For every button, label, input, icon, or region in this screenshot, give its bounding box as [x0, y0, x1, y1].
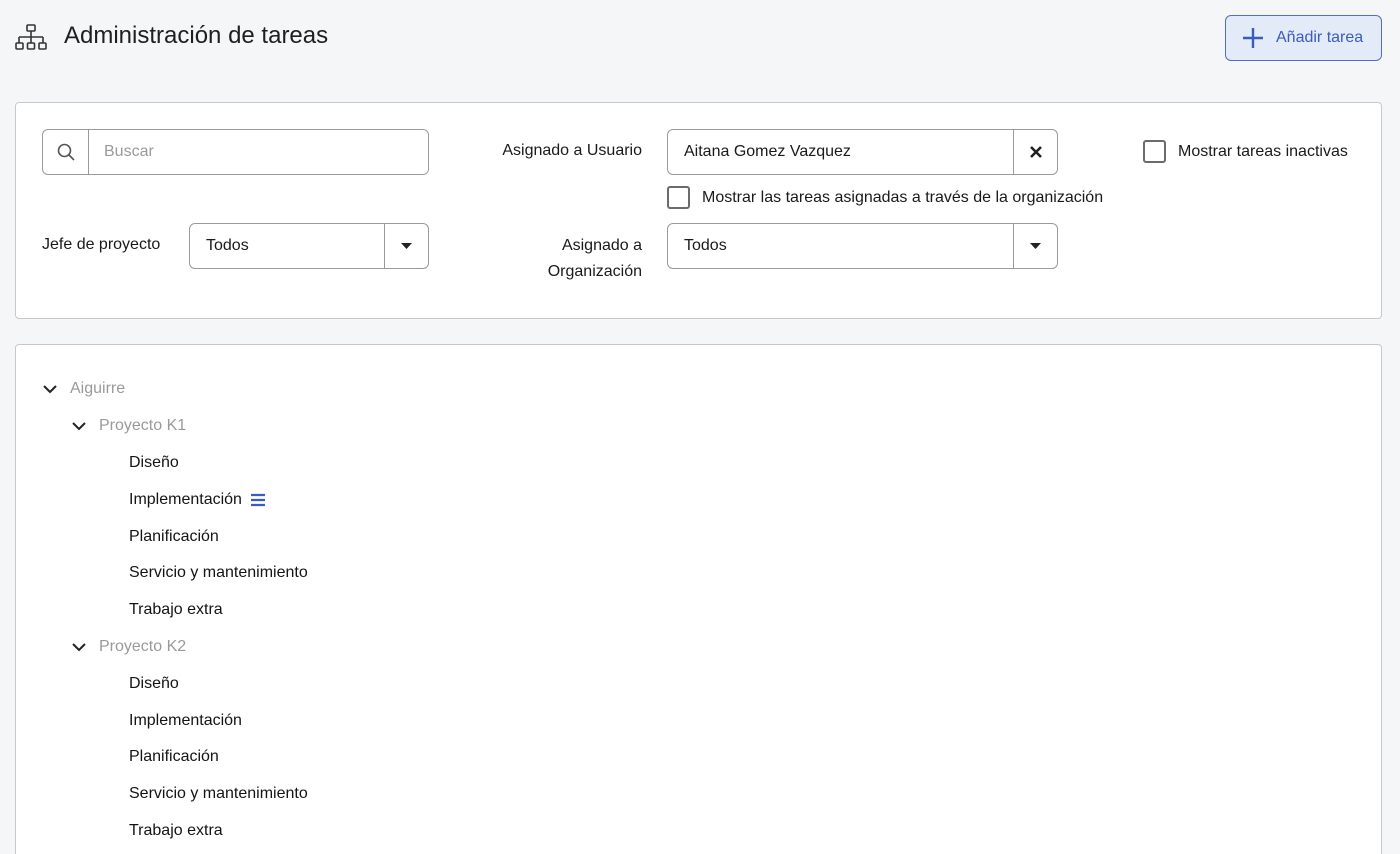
assigned-user-label: Asignado a Usuario	[502, 142, 642, 159]
show-org-tasks-label: Mostrar las tareas asignadas a través de…	[702, 188, 1104, 206]
tree-node-label: Aiguirre	[70, 380, 126, 397]
assigned-user-value[interactable]: Aitana Gomez Vazquez	[668, 130, 1013, 174]
assigned-org-select[interactable]: Todos	[667, 223, 1058, 269]
tree-task-label: Trabajo extra	[129, 601, 223, 618]
tree-task-item[interactable]: Implementación	[129, 488, 266, 512]
tree-task-item[interactable]: Implementación	[129, 709, 242, 733]
tree-task-label: Planificación	[129, 528, 219, 545]
tree-task-label: Diseño	[129, 454, 179, 471]
checkbox-box[interactable]	[1143, 140, 1166, 163]
project-manager-value[interactable]: Todos	[190, 224, 384, 268]
search-box	[42, 129, 429, 175]
page-title: Administración de tareas	[64, 22, 329, 49]
menu-lines-icon[interactable]	[250, 493, 266, 507]
assigned-org-dropdown-button[interactable]	[1013, 224, 1057, 268]
add-task-button[interactable]: Añadir tarea	[1225, 15, 1382, 61]
assigned-org-label: Asignado a Organización	[548, 233, 642, 285]
tree-task-label: Implementación	[129, 712, 242, 729]
chevron-down-icon[interactable]	[70, 417, 88, 435]
tree-task-item[interactable]: Planificación	[129, 745, 219, 769]
tree-node-label: Proyecto K1	[99, 417, 187, 434]
show-inactive-checkbox[interactable]: Mostrar tareas inactivas	[1143, 140, 1348, 163]
tree-task-label: Trabajo extra	[129, 822, 223, 839]
chevron-down-icon[interactable]	[70, 638, 88, 656]
tree-task-item[interactable]: Trabajo extra	[129, 819, 223, 843]
project-manager-select[interactable]: Todos	[189, 223, 429, 269]
page-header: Administración de tareas Añadir tarea	[0, 0, 1400, 80]
tree-task-label: Servicio y mantenimiento	[129, 564, 308, 581]
caret-down-icon	[1030, 243, 1041, 249]
tree-node-project[interactable]: Proyecto K1	[70, 414, 186, 438]
tree-task-label: Diseño	[129, 675, 179, 692]
org-chart-icon	[15, 24, 47, 50]
show-inactive-label: Mostrar tareas inactivas	[1178, 142, 1348, 160]
assigned-org-label-line2: Organización	[547, 263, 642, 280]
chevron-down-icon[interactable]	[41, 380, 59, 398]
search-input[interactable]	[89, 130, 428, 174]
assigned-user-field[interactable]: Aitana Gomez Vazquez	[667, 129, 1058, 175]
tree-node-project[interactable]: Proyecto K2	[70, 635, 186, 659]
search-icon	[43, 130, 89, 174]
clear-user-button[interactable]	[1013, 130, 1057, 174]
checkbox-box[interactable]	[667, 186, 690, 209]
tree-node-label: Proyecto K2	[99, 638, 187, 655]
tree-task-item[interactable]: Servicio y mantenimiento	[129, 561, 308, 585]
assigned-org-label-line1: Asignado a	[561, 237, 642, 254]
project-manager-dropdown-button[interactable]	[384, 224, 428, 268]
tree-task-item[interactable]: Servicio y mantenimiento	[129, 782, 308, 806]
tree-task-label: Planificación	[129, 748, 219, 765]
tree-task-label: Implementación	[129, 491, 242, 508]
tree-task-item[interactable]: Planificación	[129, 525, 219, 549]
tree-task-label: Servicio y mantenimiento	[129, 785, 308, 802]
caret-down-icon	[401, 243, 412, 249]
project-manager-label: Jefe de proyecto	[42, 236, 161, 253]
tree-task-item[interactable]: Trabajo extra	[129, 598, 223, 622]
add-task-label: Añadir tarea	[1276, 29, 1364, 46]
tree-task-item[interactable]: Diseño	[129, 672, 179, 696]
filters-panel: Asignado a Usuario Aitana Gomez Vazquez …	[15, 102, 1382, 319]
show-org-tasks-checkbox[interactable]: Mostrar las tareas asignadas a través de…	[667, 186, 1103, 209]
task-tree-panel: Aiguirre Proyecto K1 Diseño Implementaci…	[15, 344, 1382, 854]
plus-icon	[1243, 28, 1263, 48]
tree-task-item[interactable]: Diseño	[129, 451, 179, 475]
assigned-org-value[interactable]: Todos	[668, 224, 1013, 268]
tree-node-root[interactable]: Aiguirre	[41, 377, 125, 401]
close-icon	[1029, 146, 1042, 158]
